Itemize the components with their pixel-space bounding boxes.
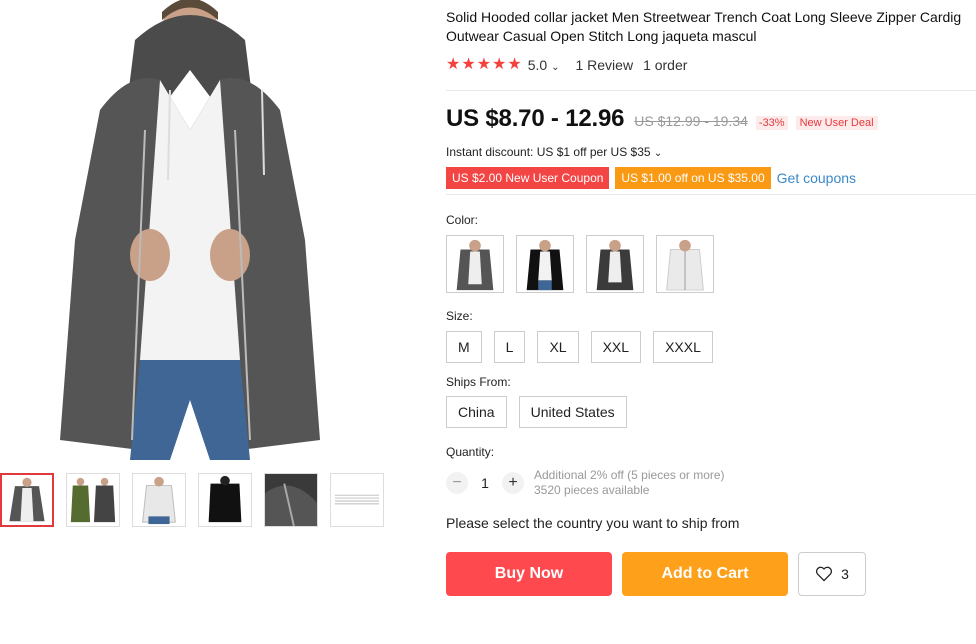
thumbnail-1[interactable] xyxy=(0,473,54,527)
new-user-coupon[interactable]: US $2.00 New User Coupon xyxy=(446,167,610,189)
quantity-increase-button[interactable]: + xyxy=(502,472,524,494)
original-price: US $12.99 - 19.34 xyxy=(634,113,748,129)
size-option-xxl[interactable]: XXL xyxy=(590,331,642,363)
thumbnail-2[interactable] xyxy=(66,473,120,527)
star-icon: ★ xyxy=(507,56,522,73)
star-icon: ★ xyxy=(476,56,492,73)
size-options: M L XL XXL XXXL xyxy=(446,331,976,363)
color-option-dark-gray[interactable] xyxy=(446,235,504,293)
get-coupons-link[interactable]: Get coupons xyxy=(777,170,856,186)
add-to-cart-button[interactable]: Add to Cart xyxy=(622,552,788,596)
chevron-down-icon: ⌄ xyxy=(653,148,663,159)
thumbnail-6[interactable] xyxy=(330,473,384,527)
buy-now-button[interactable]: Buy Now xyxy=(446,552,612,596)
star-icon: ★ xyxy=(461,56,476,73)
current-price: US $8.70 - 12.96 xyxy=(446,105,625,132)
instant-discount[interactable]: Instant discount: US $1 off per US $35 ⌄ xyxy=(446,145,976,159)
divider xyxy=(446,194,976,195)
rating-value: 5.0 xyxy=(527,57,548,73)
color-option-white[interactable] xyxy=(656,235,714,293)
product-title: Solid Hooded collar jacket Men Streetwea… xyxy=(446,8,976,46)
thumbnail-5[interactable] xyxy=(264,473,318,527)
color-option-black[interactable] xyxy=(516,235,574,293)
discount-badge: -33% xyxy=(755,116,788,130)
product-title-line2: Outwear Casual Open Stitch Long jaqueta … xyxy=(446,28,757,44)
thumbnail-4[interactable] xyxy=(198,473,252,527)
quantity-label: Quantity: xyxy=(446,445,495,459)
jacket-photo xyxy=(60,0,320,460)
ship-country-message: Please select the country you want to sh… xyxy=(446,515,740,531)
thumbnail-3[interactable] xyxy=(132,473,186,527)
heart-icon xyxy=(816,566,833,582)
size-option-l[interactable]: L xyxy=(493,331,526,363)
product-title-line1: Solid Hooded collar jacket Men Streetwea… xyxy=(446,9,962,25)
order-count: 1 order xyxy=(643,57,688,73)
coupon-row: US $2.00 New User Coupon US $1.00 off on… xyxy=(446,167,976,189)
ships-from-united-states[interactable]: United States xyxy=(518,396,627,428)
price-row: US $8.70 - 12.96 US $12.99 - 19.34 -33% … xyxy=(446,105,976,135)
chevron-down-icon: ⌄ xyxy=(551,62,560,73)
instant-discount-text: Instant discount: US $1 off per US $35 xyxy=(446,145,651,159)
rating-stars: ★ ★ ★ ★ ★ xyxy=(446,57,522,73)
wishlist-count: 3 xyxy=(841,566,849,582)
quantity-stepper: − 1 + Additional 2% off (5 pieces or mor… xyxy=(446,468,976,498)
size-label: Size: xyxy=(446,309,473,323)
quantity-note: Additional 2% off (5 pieces or more) 352… xyxy=(534,468,725,498)
main-product-image[interactable] xyxy=(40,0,340,460)
star-icon: ★ xyxy=(446,56,461,73)
star-icon: ★ xyxy=(492,56,507,73)
review-count-link[interactable]: 1 Review xyxy=(575,57,633,73)
ships-from-label: Ships From: xyxy=(446,375,511,389)
size-option-m[interactable]: M xyxy=(446,331,482,363)
color-option-charcoal[interactable] xyxy=(586,235,644,293)
ships-from-options: China United States xyxy=(446,396,976,428)
product-info: Solid Hooded collar jacket Men Streetwea… xyxy=(446,0,976,596)
size-option-xl[interactable]: XL xyxy=(537,331,579,363)
size-option-xxxl[interactable]: XXXL xyxy=(653,331,713,363)
new-user-deal-badge: New User Deal xyxy=(795,116,878,130)
action-buttons: Buy Now Add to Cart 3 xyxy=(446,552,976,596)
ships-from-china[interactable]: China xyxy=(446,396,507,428)
thumbnail-strip xyxy=(0,473,384,527)
rating-row: ★ ★ ★ ★ ★ 5.0 ⌄ 1 Review 1 order xyxy=(446,56,976,74)
color-options xyxy=(446,235,976,293)
wishlist-button[interactable]: 3 xyxy=(798,552,866,596)
bulk-discount-note: Additional 2% off (5 pieces or more) xyxy=(534,468,725,482)
stock-available: 3520 pieces available xyxy=(534,483,650,497)
quantity-decrease-button[interactable]: − xyxy=(446,472,468,494)
divider xyxy=(446,90,976,91)
rating-dropdown[interactable]: 5.0 ⌄ xyxy=(528,57,560,73)
color-label: Color: xyxy=(446,213,479,227)
quantity-value[interactable]: 1 xyxy=(468,475,502,491)
store-coupon[interactable]: US $1.00 off on US $35.00 xyxy=(615,167,771,189)
